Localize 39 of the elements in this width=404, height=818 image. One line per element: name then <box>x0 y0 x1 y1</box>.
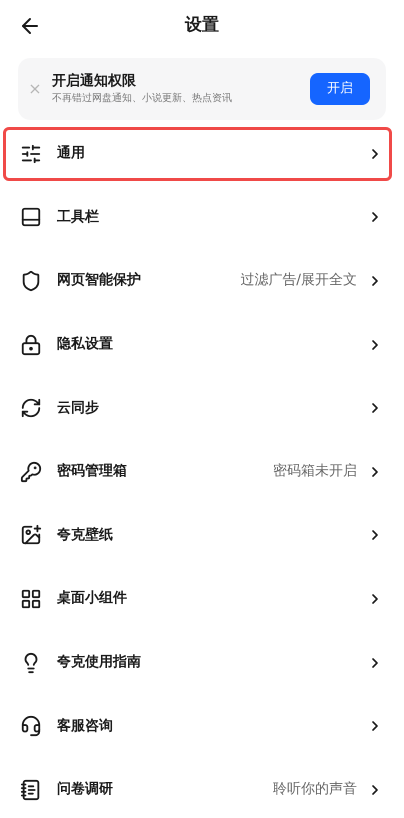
settings-row[interactable]: 客服咨询 <box>3 699 392 754</box>
row-label: 夸克壁纸 <box>57 526 114 545</box>
panel-icon <box>20 206 42 228</box>
sliders-icon <box>20 142 42 165</box>
settings-row[interactable]: 夸克壁纸 <box>3 508 392 562</box>
key-icon <box>20 460 42 483</box>
row-label: 网页智能保护 <box>57 270 142 290</box>
row-label: 问卷调研 <box>57 780 114 800</box>
row-label: 云同步 <box>57 398 100 418</box>
row-label: 客服咨询 <box>57 716 114 736</box>
settings-row[interactable]: 夸克使用指南 <box>3 636 392 690</box>
sync-icon <box>20 397 42 420</box>
page-title: 设置 <box>185 14 219 38</box>
banner-subtitle: 不再错过网盘通知、小说更新、热点资讯 <box>52 92 233 106</box>
headset-icon <box>20 715 42 738</box>
shield-icon <box>20 270 42 292</box>
row-value: 密码箱未开启 <box>273 462 357 482</box>
banner-title: 开启通知权限 <box>52 72 137 91</box>
image-icon <box>20 524 42 546</box>
settings-row[interactable]: 网页智能保护 过滤广告/展开全文 <box>3 254 392 308</box>
settings-row[interactable]: 通用 <box>3 126 392 181</box>
settings-row[interactable]: 云同步 <box>3 381 392 436</box>
settings-row[interactable]: 隐私设置 <box>3 318 392 372</box>
row-label: 密码管理箱 <box>57 462 128 482</box>
row-value: 过滤广告/展开全文 <box>240 271 357 290</box>
row-label: 桌面小组件 <box>57 589 128 608</box>
settings-row[interactable]: 问卷调研 聆听你的声音 <box>3 762 392 817</box>
row-label: 隐私设置 <box>57 335 114 354</box>
row-label: 工具栏 <box>57 208 100 227</box>
settings-row[interactable]: 桌面小组件 <box>3 572 392 626</box>
row-label: 通用 <box>57 144 86 164</box>
notepad-icon <box>20 778 42 801</box>
row-label: 夸克使用指南 <box>57 653 142 672</box>
settings-row[interactable]: 密码管理箱 密码箱未开启 <box>3 444 392 499</box>
settings-row[interactable]: 工具栏 <box>3 190 392 244</box>
lock-icon <box>20 334 42 356</box>
widgets-icon <box>20 588 42 610</box>
enable-button[interactable]: 开启 <box>310 73 370 105</box>
row-value: 聆听你的声音 <box>273 780 357 800</box>
